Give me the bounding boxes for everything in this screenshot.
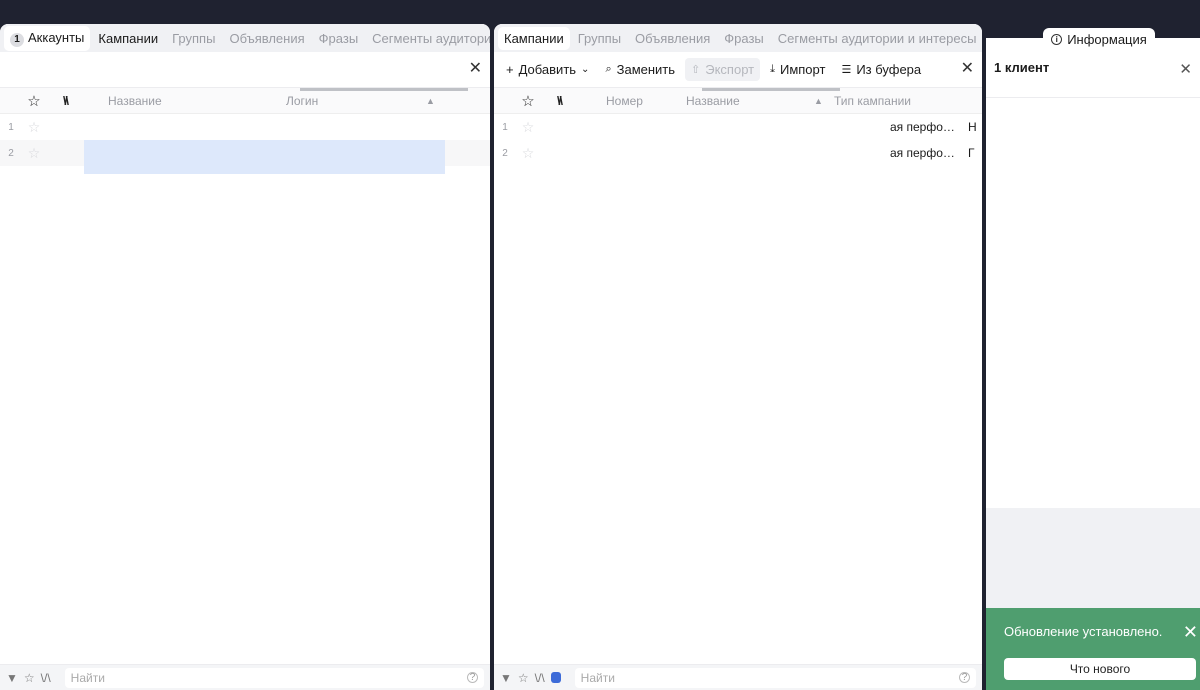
accounts-panel: 1 Аккаунты Кампании Группы Объявления Фра… xyxy=(0,24,490,690)
left-grid-header: ☆ \/\ Название Логин ▲ xyxy=(0,88,490,114)
tab-groups[interactable]: Группы xyxy=(166,27,221,50)
info-panel: 1 клиент ✕ xyxy=(986,38,1200,690)
signal-icon: \/\ xyxy=(556,94,563,108)
column-login-header[interactable]: Логин xyxy=(276,94,426,108)
tab-segments[interactable]: Сегменты аудитории и интересы xyxy=(772,27,982,50)
tab-accounts[interactable]: 1 Аккаунты xyxy=(4,25,91,51)
tab-segments[interactable]: Сегменты аудитории и интересы xyxy=(366,27,490,50)
close-icon[interactable]: ✕ xyxy=(1179,60,1192,78)
filter-icon[interactable]: ▼ xyxy=(6,671,18,685)
mid-search-box: ? xyxy=(574,667,976,688)
signal-column-header[interactable]: \/\ xyxy=(540,93,578,108)
from-buffer-button-label: Из буфера xyxy=(856,62,922,77)
info-panel-empty-area xyxy=(986,508,1200,608)
import-button[interactable]: ⤓ Импорт xyxy=(764,58,831,81)
close-icon[interactable]: ✕ xyxy=(961,61,974,77)
column-name-header[interactable]: Название xyxy=(84,94,276,108)
mid-toolbar: + Добавить ⌄ ⌕ Заменить ⇧ Экспорт ⤓ Импо… xyxy=(494,52,982,88)
import-button-label: Импорт xyxy=(779,62,826,77)
campaigns-panel: Кампании Группы Объявления Фразы Сегмент… xyxy=(494,24,982,690)
selected-row-area xyxy=(84,140,445,174)
column-type-header[interactable]: Тип кампании xyxy=(834,94,954,108)
column-number-header[interactable]: Номер xyxy=(578,94,674,108)
list-icon: ☰ xyxy=(841,64,852,76)
left-tab-bar: 1 Аккаунты Кампании Группы Объявления Фра… xyxy=(0,24,490,52)
table-row[interactable]: 1 ☆ ая перфо… Н xyxy=(494,114,982,140)
tab-campaigns[interactable]: Кампании xyxy=(498,26,570,50)
mid-tab-bar: Кампании Группы Объявления Фразы Сегмент… xyxy=(494,24,982,52)
tab-phrases[interactable]: Фразы xyxy=(718,27,770,50)
signal-icon[interactable]: \/\ xyxy=(41,671,51,685)
star-icon[interactable]: ☆ xyxy=(518,671,529,685)
info-tab[interactable]: i Информация xyxy=(1043,28,1155,50)
download-icon: ⤓ xyxy=(770,63,775,75)
campaign-extra-cell: Г xyxy=(968,146,975,160)
campaign-type-cell: ая перфо… xyxy=(890,146,955,160)
sort-ascending-icon[interactable]: ▲ xyxy=(426,96,446,106)
info-icon: i xyxy=(1051,33,1063,45)
close-icon[interactable]: ✕ xyxy=(1183,622,1198,643)
export-button[interactable]: ⇧ Экспорт xyxy=(685,58,761,81)
row-number: 2 xyxy=(502,147,508,159)
replace-button[interactable]: ⌕ Заменить xyxy=(599,58,681,81)
info-tab-label: Информация xyxy=(1067,31,1147,47)
tab-accounts-label: Аккаунты xyxy=(28,29,85,45)
signal-column-header[interactable]: \/\ xyxy=(46,93,84,108)
export-icon: ⇧ xyxy=(691,64,701,76)
chevron-down-icon: ⌄ xyxy=(581,64,590,75)
plus-icon: + xyxy=(506,62,514,77)
signal-icon[interactable]: \/\ xyxy=(535,671,545,685)
star-icon: ☆ xyxy=(521,92,535,110)
whats-new-button[interactable]: Что нового xyxy=(1004,658,1196,680)
database-icon[interactable] xyxy=(550,672,561,683)
help-icon[interactable]: ? xyxy=(959,672,970,683)
search-input[interactable] xyxy=(580,670,959,685)
mid-grid-header: ☆ \/\ Номер Название ▲ Тип кампании xyxy=(494,88,982,114)
help-icon[interactable]: ? xyxy=(467,672,478,683)
left-search-box: ? xyxy=(64,667,484,688)
left-toolbar: ✕ xyxy=(0,52,490,88)
filter-icon[interactable]: ▼ xyxy=(500,671,512,685)
mid-bottom-bar: ▼ ☆ \/\ ? xyxy=(494,664,982,690)
tab-ads[interactable]: Объявления xyxy=(629,27,716,50)
table-row[interactable]: 2 ☆ ая перфо… Г xyxy=(494,140,982,166)
tab-groups[interactable]: Группы xyxy=(572,27,627,50)
star-icon: ☆ xyxy=(521,118,535,135)
close-icon[interactable]: ✕ xyxy=(469,61,482,77)
export-button-label: Экспорт xyxy=(705,62,755,77)
sort-indicator xyxy=(702,88,840,91)
replace-button-label: Заменить xyxy=(616,62,676,77)
row-number: 1 xyxy=(502,121,508,133)
favorites-column-header[interactable]: ☆ xyxy=(516,92,540,110)
row-number: 1 xyxy=(8,121,14,133)
star-icon: ☆ xyxy=(27,92,41,110)
tab-campaigns[interactable]: Кампании xyxy=(92,27,164,50)
search-input[interactable] xyxy=(70,670,467,685)
campaign-type-cell: ая перфо… xyxy=(890,120,955,134)
tab-phrases[interactable]: Фразы xyxy=(313,27,365,50)
tab-count-badge: 1 xyxy=(10,32,24,47)
left-bottom-bar: ▼ ☆ \/\ ? xyxy=(0,664,490,690)
add-button-label: Добавить xyxy=(518,62,577,77)
from-buffer-button[interactable]: ☰ Из буфера xyxy=(835,58,927,81)
star-icon: ☆ xyxy=(521,144,535,161)
client-count-label: 1 клиент xyxy=(994,60,1050,75)
row-number: 2 xyxy=(8,147,14,159)
toast-message: Обновление установлено. xyxy=(1004,624,1163,639)
column-name-header[interactable]: Название xyxy=(674,94,814,108)
campaign-extra-cell: Н xyxy=(968,120,977,134)
star-icon: ☆ xyxy=(27,144,41,161)
table-row[interactable]: 1 ☆ xyxy=(0,114,490,140)
tab-ads[interactable]: Объявления xyxy=(223,27,310,50)
sort-ascending-icon[interactable]: ▲ xyxy=(814,96,834,106)
favorites-column-header[interactable]: ☆ xyxy=(22,92,46,110)
table-row[interactable]: 2 ☆ xyxy=(0,140,490,174)
update-toast: Обновление установлено. ✕ Что нового xyxy=(986,608,1200,690)
signal-icon: \/\ xyxy=(62,94,69,108)
add-button[interactable]: + Добавить ⌄ xyxy=(500,58,595,81)
star-icon: ☆ xyxy=(27,118,41,135)
star-icon[interactable]: ☆ xyxy=(24,671,35,685)
sort-indicator xyxy=(300,88,468,91)
search-icon: ⌕ xyxy=(605,63,612,75)
